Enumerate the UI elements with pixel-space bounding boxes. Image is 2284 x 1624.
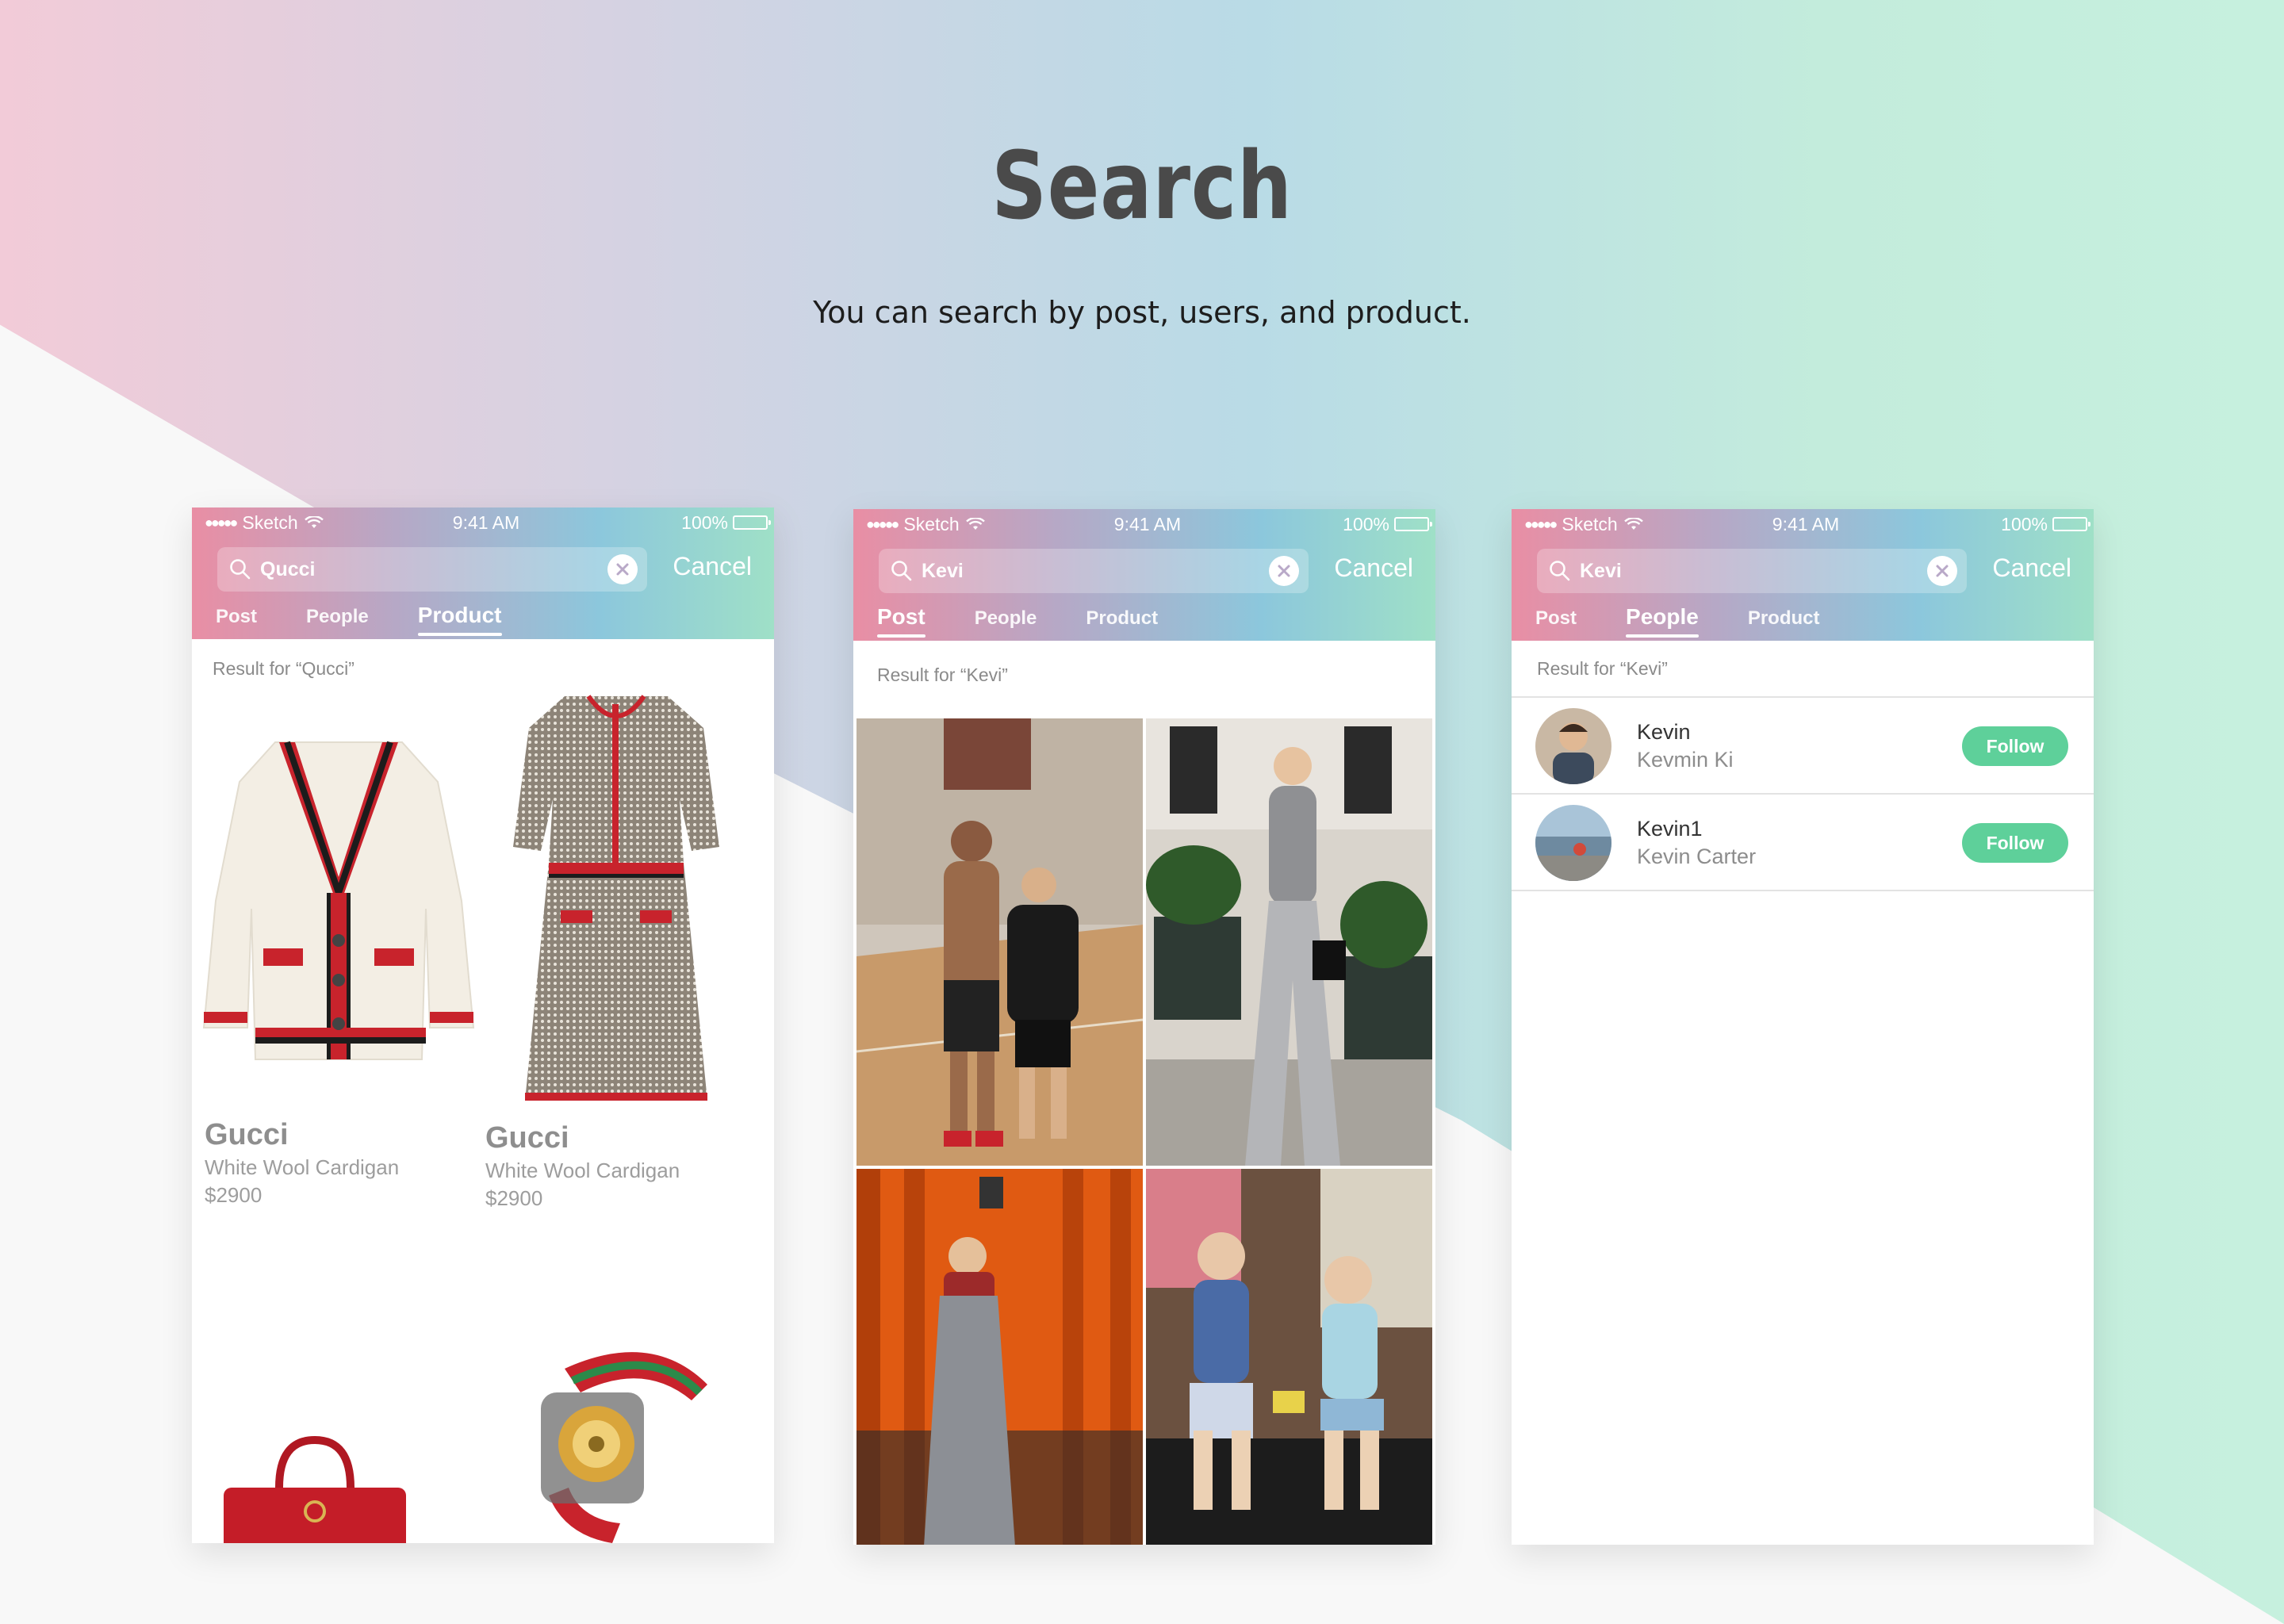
result-label: Result for “Kevi” <box>1537 658 1668 679</box>
clear-search-icon[interactable] <box>607 554 638 584</box>
clear-search-icon[interactable] <box>1269 556 1299 586</box>
person-row[interactable]: Kevin1 Kevin Carter Follow <box>1512 793 2094 891</box>
list-divider <box>1512 890 2094 891</box>
battery-icon <box>2052 517 2090 531</box>
search-tabs: Post People Product <box>216 599 502 639</box>
carrier-label: Sketch <box>1562 513 1618 534</box>
street-fashion-photo[interactable] <box>1146 718 1432 1166</box>
cancel-button[interactable]: Cancel <box>673 552 752 581</box>
person-full-name: Kevin Carter <box>1637 845 1757 868</box>
watch-image[interactable] <box>517 1337 731 1543</box>
product-card[interactable]: Gucci White Wool Cardigan $2900 <box>485 1121 755 1211</box>
product-price: $2900 <box>485 1186 543 1210</box>
tab-product[interactable]: Product <box>1086 601 1158 634</box>
product-card[interactable]: Gucci White Wool Cardigan $2900 <box>205 1118 474 1208</box>
result-label: Result for “Kevi” <box>877 665 1008 685</box>
search-icon <box>1550 561 1570 581</box>
search-header: ●●●●● Sketch 9:41 AM 100% Cancel Post Pe… <box>1512 509 2094 641</box>
follow-button[interactable]: Follow <box>1962 726 2068 766</box>
person-row[interactable]: Kevin Kevmin Ki Follow <box>1512 696 2094 795</box>
follow-button[interactable]: Follow <box>1962 823 2068 863</box>
page-title: Search <box>991 131 1293 240</box>
dress-image[interactable] <box>501 688 731 1116</box>
tab-people[interactable]: People <box>306 599 369 633</box>
tab-people[interactable]: People <box>975 601 1037 634</box>
cancel-button[interactable]: Cancel <box>1992 553 2071 583</box>
results-panel: Result for “Kevi” Kevin Kevmin Ki Follow <box>1512 641 2094 1545</box>
tab-post[interactable]: Post <box>877 601 925 638</box>
signal-icon: ●●●●● <box>866 515 899 532</box>
phone-screen-product: ●●●●● Sketch 9:41 AM 100% Cancel Post Pe… <box>192 508 774 1543</box>
search-field[interactable] <box>217 547 647 592</box>
person-username: Kevin1 <box>1637 817 1703 841</box>
search-header: ●●●●● Sketch 9:41 AM 100% Cancel Post Pe… <box>192 508 774 639</box>
torii-gates-photo[interactable] <box>856 1169 1143 1545</box>
search-icon <box>891 561 912 581</box>
post-grid <box>856 718 1432 1545</box>
signal-icon: ●●●●● <box>1524 515 1558 532</box>
search-icon <box>230 559 251 580</box>
search-input[interactable] <box>259 557 607 582</box>
search-field[interactable] <box>879 549 1309 593</box>
cardigan-image[interactable] <box>200 710 477 1083</box>
tab-product[interactable]: Product <box>417 599 502 636</box>
product-name: White Wool Cardigan <box>485 1159 680 1182</box>
status-bar: ●●●●● Sketch 9:41 AM 100% <box>205 508 771 538</box>
person-username: Kevin <box>1637 720 1691 744</box>
basketball-court-photo[interactable] <box>856 718 1143 1166</box>
battery-icon <box>1394 517 1432 531</box>
carrier-label: Sketch <box>903 513 960 534</box>
search-tabs: Post People Product <box>877 601 1158 641</box>
search-input[interactable] <box>1578 558 1927 584</box>
status-bar: ●●●●● Sketch 9:41 AM 100% <box>1524 509 2090 539</box>
signal-icon: ●●●●● <box>205 514 238 530</box>
battery-label: 100% <box>2001 513 2048 534</box>
product-name: White Wool Cardigan <box>205 1155 400 1179</box>
results-panel: Result for “Kevi” <box>853 641 1435 1545</box>
search-header: ●●●●● Sketch 9:41 AM 100% Cancel Post Pe… <box>853 509 1435 641</box>
search-tabs: Post People Product <box>1535 601 1820 641</box>
phone-screen-post: ●●●●● Sketch 9:41 AM 100% Cancel Post Pe… <box>853 509 1435 1545</box>
tab-post[interactable]: Post <box>1535 601 1577 634</box>
wifi-icon <box>1623 518 1643 530</box>
battery-label: 100% <box>1343 513 1389 534</box>
carrier-label: Sketch <box>242 511 298 533</box>
avatar[interactable] <box>1535 805 1611 881</box>
search-input[interactable] <box>920 558 1269 584</box>
page-subtitle: You can search by post, users, and produ… <box>813 295 1471 330</box>
tab-post[interactable]: Post <box>216 599 257 633</box>
search-field[interactable] <box>1537 549 1967 593</box>
avatar[interactable] <box>1535 708 1611 784</box>
status-bar: ●●●●● Sketch 9:41 AM 100% <box>866 509 1432 539</box>
clear-search-icon[interactable] <box>1927 556 1957 586</box>
tab-product[interactable]: Product <box>1748 601 1820 634</box>
battery-label: 100% <box>681 511 728 533</box>
wifi-icon <box>304 516 324 529</box>
two-friends-photo[interactable] <box>1146 1169 1432 1545</box>
battery-icon <box>733 515 771 530</box>
person-full-name: Kevmin Ki <box>1637 748 1734 772</box>
results-panel: Result for “Qucci” Gucci White Wool Card… <box>192 639 774 1543</box>
handbag-image[interactable] <box>216 1432 414 1543</box>
wifi-icon <box>965 518 985 530</box>
cancel-button[interactable]: Cancel <box>1334 553 1413 583</box>
product-price: $2900 <box>205 1183 263 1207</box>
product-brand: Gucci <box>205 1118 289 1151</box>
result-label: Result for “Qucci” <box>213 658 354 679</box>
product-brand: Gucci <box>485 1121 569 1155</box>
phone-screen-people: ●●●●● Sketch 9:41 AM 100% Cancel Post Pe… <box>1512 509 2094 1545</box>
tab-people[interactable]: People <box>1626 601 1699 638</box>
